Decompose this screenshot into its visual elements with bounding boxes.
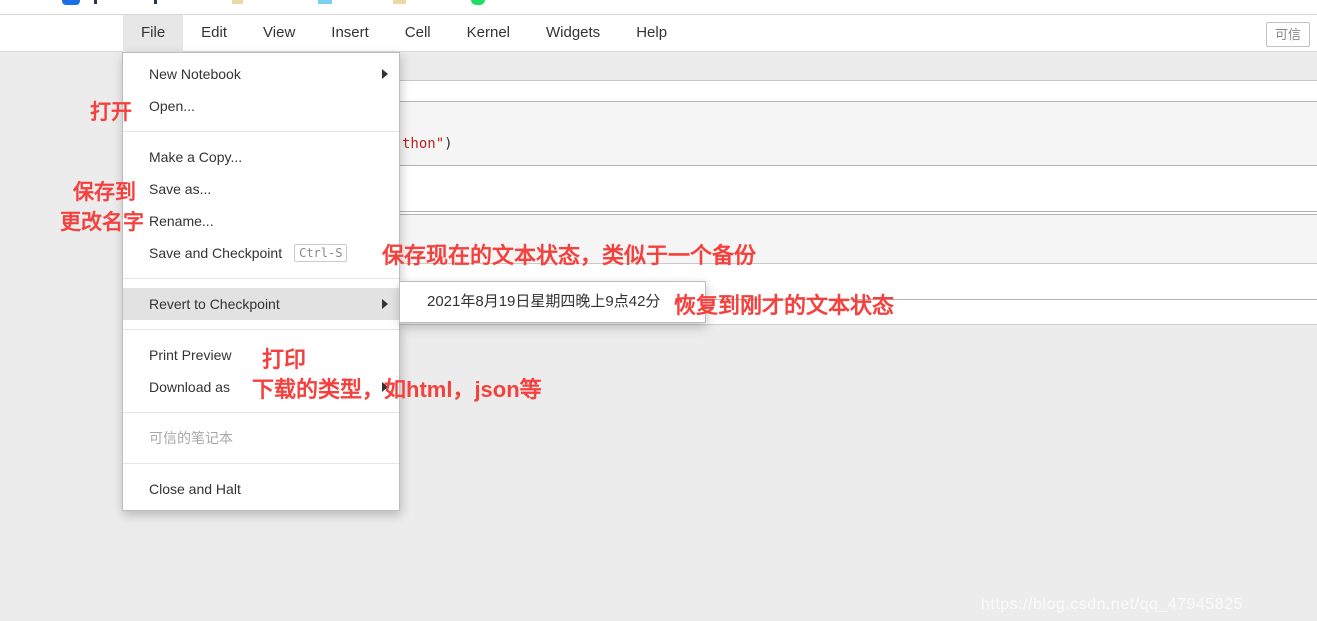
menu-item-label: Make a Copy... bbox=[149, 149, 242, 165]
favicon-fragment-icon bbox=[94, 0, 97, 4]
submenu-arrow-icon bbox=[382, 69, 388, 79]
annotation-revert-checkpoint: 恢复到刚才的文本状态 bbox=[674, 288, 894, 320]
favicon-fragment-icon bbox=[62, 0, 80, 5]
favicon-fragment-icon bbox=[318, 0, 332, 4]
menubar-item-insert[interactable]: Insert bbox=[313, 15, 387, 52]
menu-item-label: Close and Halt bbox=[149, 481, 241, 497]
submenu-arrow-icon bbox=[382, 299, 388, 309]
menubar: File Edit View Insert Cell Kernel Widget… bbox=[0, 14, 1317, 52]
menu-item-label: New Notebook bbox=[149, 66, 241, 82]
shortcut-ctrl-s: Ctrl-S bbox=[294, 244, 347, 262]
favicon-fragment-icon bbox=[232, 0, 243, 4]
menu-item-open[interactable]: Open... bbox=[123, 90, 399, 122]
favicon-fragment-icon bbox=[393, 0, 406, 4]
annotation-download-as: 下载的类型，如html，json等 bbox=[252, 372, 542, 404]
menubar-item-file[interactable]: File bbox=[123, 15, 183, 52]
menubar-item-cell[interactable]: Cell bbox=[387, 15, 449, 52]
menu-item-print-preview[interactable]: Print Preview bbox=[123, 339, 399, 371]
menu-item-save-as[interactable]: Save as... bbox=[123, 173, 399, 205]
menubar-item-widgets[interactable]: Widgets bbox=[528, 15, 618, 52]
menu-item-label: Save and Checkpoint bbox=[149, 245, 282, 261]
menubar-list: File Edit View Insert Cell Kernel Widget… bbox=[0, 15, 1317, 52]
annotation-print: 打印 bbox=[262, 342, 306, 374]
code-fragment: thon") bbox=[402, 136, 453, 152]
menu-item-label: Save as... bbox=[149, 181, 211, 197]
menu-divider bbox=[123, 329, 399, 330]
menu-item-label: Print Preview bbox=[149, 347, 231, 363]
trusted-button[interactable]: 可信 bbox=[1266, 22, 1310, 47]
menu-divider bbox=[123, 278, 399, 279]
favicon-fragment-icon bbox=[154, 0, 157, 4]
file-menu-list: New Notebook Open... Make a Copy... Save… bbox=[123, 58, 399, 505]
menu-item-save-and-checkpoint[interactable]: Save and Checkpoint Ctrl-S bbox=[123, 237, 399, 269]
cell-border-line bbox=[400, 211, 1317, 212]
menu-item-revert-to-checkpoint[interactable]: Revert to Checkpoint bbox=[123, 288, 399, 320]
menu-item-make-a-copy[interactable]: Make a Copy... bbox=[123, 141, 399, 173]
browser-tab-strip bbox=[0, 0, 1317, 14]
menubar-item-view[interactable]: View bbox=[245, 15, 313, 52]
menu-item-trusted-notebook: 可信的笔记本 bbox=[123, 422, 399, 454]
menu-item-label: Rename... bbox=[149, 213, 214, 229]
annotation-rename: 更改名字 bbox=[60, 206, 144, 236]
menu-item-rename[interactable]: Rename... bbox=[123, 205, 399, 237]
csdn-watermark: https://blog.csdn.net/qq_47945825 bbox=[981, 596, 1243, 614]
menu-item-label: Open... bbox=[149, 98, 195, 114]
annotation-open: 打开 bbox=[90, 96, 132, 126]
menubar-item-edit[interactable]: Edit bbox=[183, 15, 245, 52]
menu-item-close-and-halt[interactable]: Close and Halt bbox=[123, 473, 399, 505]
menubar-item-kernel[interactable]: Kernel bbox=[449, 15, 528, 52]
notebook-toolbar-band bbox=[400, 52, 1317, 81]
menubar-item-help[interactable]: Help bbox=[618, 15, 685, 52]
code-paren: ) bbox=[444, 136, 452, 152]
checkpoint-submenu: 2021年8月19日星期四晚上9点42分 bbox=[399, 281, 706, 323]
menu-divider bbox=[123, 131, 399, 132]
menu-divider bbox=[123, 412, 399, 413]
menu-item-new-notebook[interactable]: New Notebook bbox=[123, 58, 399, 90]
menu-divider bbox=[123, 463, 399, 464]
code-cell[interactable] bbox=[400, 101, 1317, 166]
favicon-fragment-icon bbox=[471, 0, 485, 5]
menu-item-label: Download as bbox=[149, 379, 230, 395]
menu-item-label: 可信的笔记本 bbox=[149, 430, 233, 446]
annotation-save-checkpoint: 保存现在的文本状态，类似于一个备份 bbox=[382, 238, 756, 270]
menu-item-label: Revert to Checkpoint bbox=[149, 296, 280, 312]
menu-item-checkpoint-timestamp[interactable]: 2021年8月19日星期四晚上9点42分 bbox=[400, 282, 705, 322]
file-menu-dropdown: New Notebook Open... Make a Copy... Save… bbox=[122, 52, 400, 511]
annotation-save-as: 保存到 bbox=[73, 176, 136, 206]
code-string-fragment: thon" bbox=[402, 136, 444, 152]
